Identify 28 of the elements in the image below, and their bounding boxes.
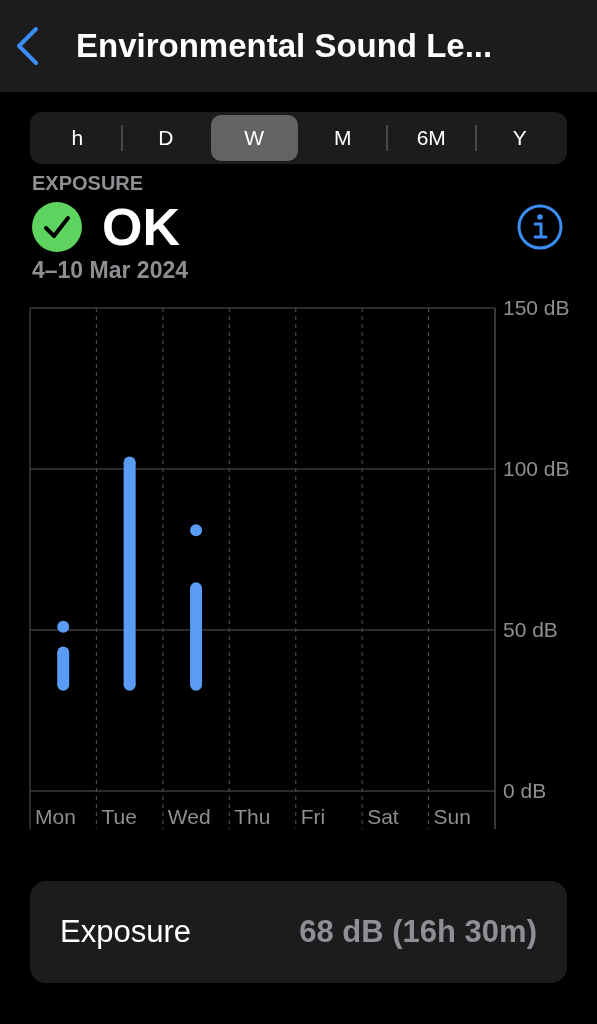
period-tab[interactable]: 6M [388,115,475,161]
status-text: OK [102,197,180,257]
info-button[interactable] [516,203,564,251]
axis-label: Sun [433,805,471,828]
axis-label: Thu [234,805,271,828]
period-tab[interactable]: h [34,115,121,161]
axis-label: 50 dB [503,618,558,641]
screen-title: Environmental Sound Le... [76,27,493,65]
section-label: EXPOSURE [32,172,145,195]
axis-label: 150 dB [503,296,570,319]
axis-label: 0 dB [503,779,547,802]
period-tab[interactable]: D [122,115,209,161]
back-button[interactable] [14,26,40,66]
axis-label: Tue [101,805,137,828]
axis-label: Wed [167,805,211,828]
period-tab[interactable]: M [299,115,386,161]
axis-label: Sat [367,805,399,828]
checkmark-icon [32,202,82,252]
axis-label: Mon [35,805,76,828]
exposure-value: 68 dB (16h 30m) [299,914,537,950]
axis-label: Fri [300,805,326,828]
exposure-label: Exposure [60,914,191,950]
axis-label: 100 dB [503,457,570,480]
info-icon [516,203,564,251]
date-range: 4–10 Mar 2024 [32,257,189,284]
period-tab[interactable]: W [211,115,298,161]
period-tab[interactable]: Y [476,115,563,161]
chevron-left-icon [14,26,40,66]
